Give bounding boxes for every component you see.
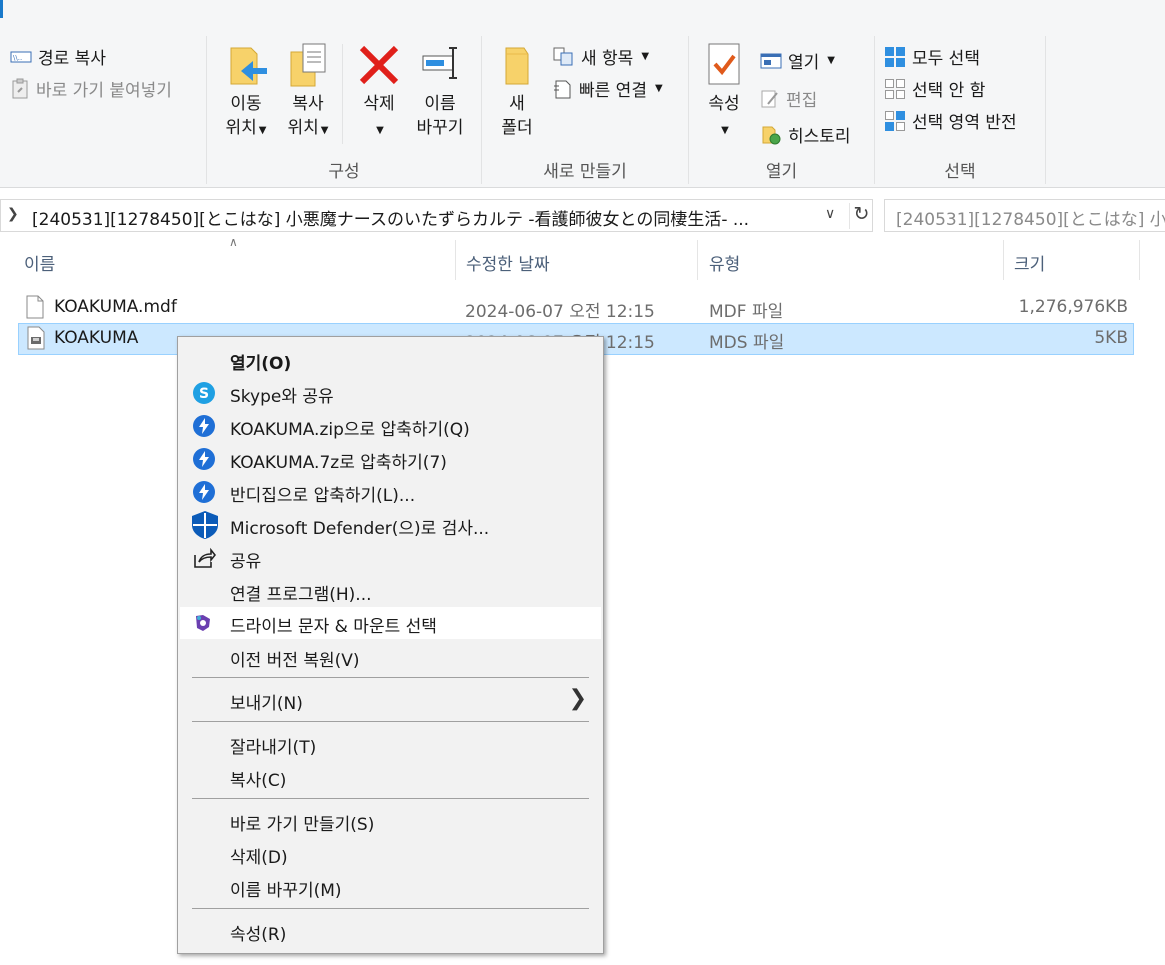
bandizip-icon bbox=[193, 415, 215, 437]
menu-separator bbox=[192, 677, 589, 678]
bandizip-icon bbox=[193, 448, 215, 470]
paste-shortcut-button[interactable]: 바로 가기 붙여넣기 bbox=[10, 76, 172, 101]
daemon-tools-icon bbox=[196, 615, 210, 631]
column-header-size[interactable]: 크기 bbox=[1014, 250, 1045, 275]
column-divider[interactable] bbox=[697, 240, 698, 280]
column-divider[interactable] bbox=[1139, 240, 1140, 280]
paste-shortcut-icon bbox=[12, 78, 28, 98]
file-name: KOAKUMA.mdf bbox=[54, 297, 177, 317]
menu-item-defender-scan[interactable]: Microsoft Defender(으)로 검사... bbox=[180, 509, 601, 541]
svg-text:S: S bbox=[199, 386, 209, 402]
file-modified: 2024-06-07 오전 12:15 bbox=[465, 302, 655, 322]
menu-item-share[interactable]: 공유 bbox=[180, 542, 601, 574]
menu-item-send-to[interactable]: 보내기(N) ❯ bbox=[180, 684, 601, 716]
new-group: 새로 만들기 bbox=[543, 162, 627, 182]
file-name: KOAKUMA bbox=[54, 328, 139, 348]
select-group: 선택 bbox=[944, 162, 976, 182]
file-size: 1,276,976KB bbox=[1018, 297, 1128, 317]
menu-item-properties[interactable]: 속성(R) bbox=[180, 915, 601, 947]
search-input[interactable]: [240531][1278450][とこはな] 小悪 bbox=[884, 199, 1165, 232]
menu-item-rename[interactable]: 이름 바꾸기(M) bbox=[180, 871, 601, 903]
ribbon-tab-indicator bbox=[0, 0, 3, 18]
organize-group: 구성 bbox=[328, 162, 360, 182]
menu-item-restore-previous[interactable]: 이전 버전 복원(V) bbox=[180, 641, 601, 673]
file-type: MDS 파일 bbox=[709, 333, 785, 353]
column-divider[interactable] bbox=[1003, 240, 1004, 280]
column-header-type[interactable]: 유형 bbox=[709, 250, 740, 275]
menu-item-open[interactable]: 열기(O) bbox=[180, 344, 601, 376]
menu-item-compress-zip[interactable]: KOAKUMA.zip으로 압축하기(Q) bbox=[180, 410, 601, 442]
context-menu: 열기(O) S Skype와 공유 KOAKUMA.zip으로 압축하기(Q) … bbox=[177, 336, 604, 954]
sort-ascending-icon: ∧ bbox=[229, 235, 238, 249]
menu-separator bbox=[192, 798, 589, 799]
column-header-name[interactable]: 이름 bbox=[24, 250, 55, 275]
bandizip-icon bbox=[193, 481, 215, 503]
chevron-down-icon[interactable]: ∨ bbox=[825, 206, 835, 222]
breadcrumb-chevron-icon[interactable]: ❯ bbox=[7, 206, 19, 222]
blank-file-icon bbox=[26, 295, 44, 319]
submenu-chevron-right-icon: ❯ bbox=[568, 686, 587, 711]
menu-separator bbox=[192, 721, 589, 722]
column-divider[interactable] bbox=[455, 240, 456, 280]
address-path[interactable]: [240531][1278450][とこはな] 小悪魔ナースのいたずらカルテ -… bbox=[32, 205, 792, 230]
menu-separator bbox=[192, 908, 589, 909]
copy-path-icon: \\.. bbox=[10, 51, 32, 62]
copy-path-button[interactable]: \\.. 경로 복사 bbox=[10, 44, 106, 69]
address-bar[interactable]: ❯ [240531][1278450][とこはな] 小悪魔ナースのいたずらカルテ… bbox=[0, 199, 873, 232]
menu-item-create-shortcut[interactable]: 바로 가기 만들기(S) bbox=[180, 805, 601, 837]
refresh-icon[interactable]: ↻ bbox=[849, 203, 873, 229]
file-type: MDF 파일 bbox=[709, 302, 784, 322]
skype-icon: S bbox=[193, 382, 215, 404]
defender-shield-icon bbox=[192, 511, 218, 539]
group-separator bbox=[1045, 36, 1046, 184]
open-group: 열기 bbox=[765, 162, 798, 182]
column-header-modified[interactable]: 수정한 날짜 bbox=[466, 250, 550, 275]
menu-item-cut[interactable]: 잘라내기(T) bbox=[180, 728, 601, 760]
menu-item-delete[interactable]: 삭제(D) bbox=[180, 838, 601, 870]
svg-text:\\..: \\.. bbox=[13, 54, 22, 62]
share-icon bbox=[194, 547, 216, 568]
disc-image-file-icon bbox=[27, 326, 45, 350]
menu-item-copy[interactable]: 복사(C) bbox=[180, 761, 601, 793]
file-row[interactable]: KOAKUMA.mdf 2024-06-07 오전 12:15 MDF 파일 1… bbox=[18, 292, 1134, 324]
file-size: 5KB bbox=[1094, 328, 1128, 348]
menu-item-mount[interactable]: 드라이브 문자 & 마운트 선택 bbox=[180, 607, 601, 639]
ribbon: \\.. 경로 복사 바로 가기 붙여넣기 이동 위치 ▼ 복사 위치 ▼ 삭제 ▼… bbox=[0, 0, 1165, 188]
menu-item-bandizip[interactable]: 반디집으로 압축하기(L)... bbox=[180, 476, 601, 508]
menu-item-compress-7z[interactable]: KOAKUMA.7z로 압축하기(7) bbox=[180, 443, 601, 475]
menu-item-skype-share[interactable]: S Skype와 공유 bbox=[180, 377, 601, 409]
menu-item-open-with[interactable]: 연결 프로그램(H)... bbox=[180, 575, 601, 607]
